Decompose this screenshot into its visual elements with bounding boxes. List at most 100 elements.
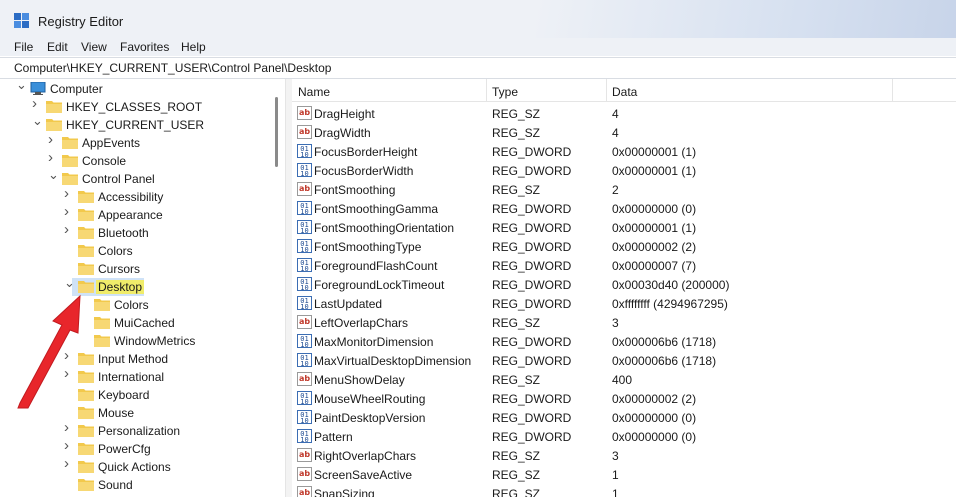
value-row[interactable]: 01 10 FocusBorderHeight REG_DWORD 0x0000000… (292, 142, 956, 161)
tree-item[interactable]: Cursors (0, 260, 270, 278)
tree-item[interactable]: MuiCached (0, 314, 270, 332)
folder-icon (62, 155, 78, 167)
chevron-right-icon[interactable]: › (64, 204, 74, 219)
value-data: 0x00000002 (2) (612, 392, 697, 406)
folder-icon (94, 299, 110, 311)
value-row[interactable]: ab SnapSizing REG_SZ 1 (292, 484, 956, 497)
tree-item-label: International (98, 370, 165, 384)
value-row[interactable]: 01 10 Pattern REG_DWORD 0x00000000 (0) (292, 427, 956, 446)
tree-item[interactable]: ⌄ Computer (0, 79, 270, 98)
chevron-right-icon[interactable]: › (64, 348, 74, 363)
value-data: 0x00000007 (7) (612, 259, 697, 273)
value-name: ScreenSaveActive (314, 468, 413, 482)
chevron-right-icon[interactable]: › (48, 132, 58, 147)
tree-item[interactable]: › PowerCfg (0, 438, 270, 458)
tree-item[interactable]: › Personalization (0, 420, 270, 440)
chevron-down-icon[interactable]: ⌄ (16, 79, 27, 91)
address-bar[interactable]: Computer\HKEY_CURRENT_USER\Control Panel… (0, 57, 956, 79)
folder-icon (78, 371, 94, 383)
tree-item[interactable]: Keyboard (0, 386, 270, 404)
value-row[interactable]: ab FontSmoothing REG_SZ 2 (292, 180, 956, 199)
menu-help[interactable]: Help (181, 40, 206, 54)
value-row[interactable]: 01 10 FontSmoothingOrientation REG_DWORD 0x… (292, 218, 956, 237)
chevron-right-icon[interactable]: › (64, 366, 74, 381)
binary-value-icon: 01 10 (297, 410, 312, 425)
value-row[interactable]: 01 10 ForegroundFlashCount REG_DWORD 0x0000… (292, 256, 956, 275)
chevron-right-icon[interactable]: › (64, 186, 74, 201)
value-row[interactable]: 01 10 MouseWheelRouting REG_DWORD 0x0000000… (292, 389, 956, 408)
tree-scrollbar[interactable] (275, 97, 278, 167)
address-path[interactable]: Computer\HKEY_CURRENT_USER\Control Panel… (14, 61, 331, 75)
chevron-right-icon[interactable]: › (48, 150, 58, 165)
tree-item[interactable]: ⌄ Control Panel (0, 168, 270, 188)
value-row[interactable]: ab LeftOverlapChars REG_SZ 3 (292, 313, 956, 332)
tree-item[interactable]: › Input Method (0, 348, 270, 368)
tree-item[interactable]: › Appearance (0, 204, 270, 224)
tree-item[interactable]: › Bluetooth (0, 222, 270, 242)
chevron-down-icon[interactable]: ⌄ (32, 114, 43, 127)
tree-item-label: Console (82, 154, 127, 168)
column-header-name[interactable]: Name (298, 85, 330, 99)
binary-value-icon: 01 10 (297, 144, 312, 159)
value-row[interactable]: 01 10 MaxMonitorDimension REG_DWORD 0x00000… (292, 332, 956, 351)
menu-view[interactable]: View (81, 40, 107, 54)
value-data: 4 (612, 107, 619, 121)
value-name: FontSmoothingGamma (314, 202, 439, 216)
value-name: MenuShowDelay (314, 373, 405, 387)
value-name: FontSmoothingOrientation (314, 221, 455, 235)
tree-item[interactable]: WindowMetrics (0, 332, 270, 350)
value-row[interactable]: 01 10 FontSmoothingGamma REG_DWORD 0x000000… (292, 199, 956, 218)
column-separator[interactable] (606, 79, 607, 101)
tree-item[interactable]: Sound (0, 476, 270, 494)
tree-item-label: Colors (98, 244, 133, 258)
tree-item[interactable]: › Console (0, 150, 270, 170)
tree-item[interactable]: › AppEvents (0, 132, 270, 152)
chevron-right-icon[interactable]: › (64, 222, 74, 237)
tree-item[interactable]: › International (0, 366, 270, 386)
tree-item[interactable]: ⌄ HKEY_CURRENT_USER (0, 114, 270, 134)
value-type: REG_DWORD (492, 202, 572, 216)
string-value-icon: ab (297, 106, 312, 120)
tree-item-label: Personalization (98, 424, 181, 438)
value-row[interactable]: 01 10 FocusBorderWidth REG_DWORD 0x00000001… (292, 161, 956, 180)
tree-item-label: Cursors (98, 262, 141, 276)
value-row[interactable]: 01 10 MaxVirtualDesktopDimension REG_DWORD… (292, 351, 956, 370)
value-row[interactable]: 01 10 LastUpdated REG_DWORD 0xffffffff (429… (292, 294, 956, 313)
value-data: 1 (612, 468, 619, 482)
value-row[interactable]: 01 10 PaintDesktopVersion REG_DWORD 0x00000… (292, 408, 956, 427)
menu-file[interactable]: File (14, 40, 33, 54)
column-separator[interactable] (892, 79, 893, 101)
folder-icon (78, 281, 94, 293)
chevron-down-icon[interactable]: ⌄ (64, 276, 75, 289)
chevron-down-icon[interactable]: ⌄ (48, 168, 59, 181)
column-header-data[interactable]: Data (612, 85, 637, 99)
tree-item[interactable]: › Quick Actions (0, 456, 270, 476)
column-separator[interactable] (486, 79, 487, 101)
value-name: LeftOverlapChars (314, 316, 409, 330)
value-row[interactable]: 01 10 ForegroundLockTimeout REG_DWORD 0x000… (292, 275, 956, 294)
value-type: REG_DWORD (492, 335, 572, 349)
value-row[interactable]: ab DragWidth REG_SZ 4 (292, 123, 956, 142)
chevron-right-icon[interactable]: › (64, 438, 74, 453)
chevron-right-icon[interactable]: › (64, 456, 74, 471)
value-row[interactable]: ab DragHeight REG_SZ 4 (292, 104, 956, 123)
tree-item[interactable]: Colors (0, 242, 270, 260)
chevron-right-icon[interactable]: › (64, 420, 74, 435)
value-type: REG_DWORD (492, 221, 572, 235)
tree-item[interactable]: Colors (0, 296, 270, 314)
value-type: REG_SZ (492, 487, 541, 497)
values-list: Name Type Data ab DragHeight REG_SZ 4 ab Drag… (292, 79, 956, 497)
tree-item[interactable]: ⌄ Desktop (0, 276, 270, 296)
binary-value-icon: 01 10 (297, 391, 312, 406)
tree-item[interactable]: › Accessibility (0, 186, 270, 206)
value-name: DragWidth (314, 126, 371, 140)
value-row[interactable]: ab MenuShowDelay REG_SZ 400 (292, 370, 956, 389)
column-header-type[interactable]: Type (492, 85, 518, 99)
tree-item[interactable]: Mouse (0, 404, 270, 422)
value-row[interactable]: ab ScreenSaveActive REG_SZ 1 (292, 465, 956, 484)
value-row[interactable]: ab RightOverlapChars REG_SZ 3 (292, 446, 956, 465)
value-row[interactable]: 01 10 FontSmoothingType REG_DWORD 0x0000000… (292, 237, 956, 256)
menu-edit[interactable]: Edit (47, 40, 68, 54)
menu-favorites[interactable]: Favorites (120, 40, 169, 54)
chevron-right-icon[interactable]: › (32, 96, 42, 111)
